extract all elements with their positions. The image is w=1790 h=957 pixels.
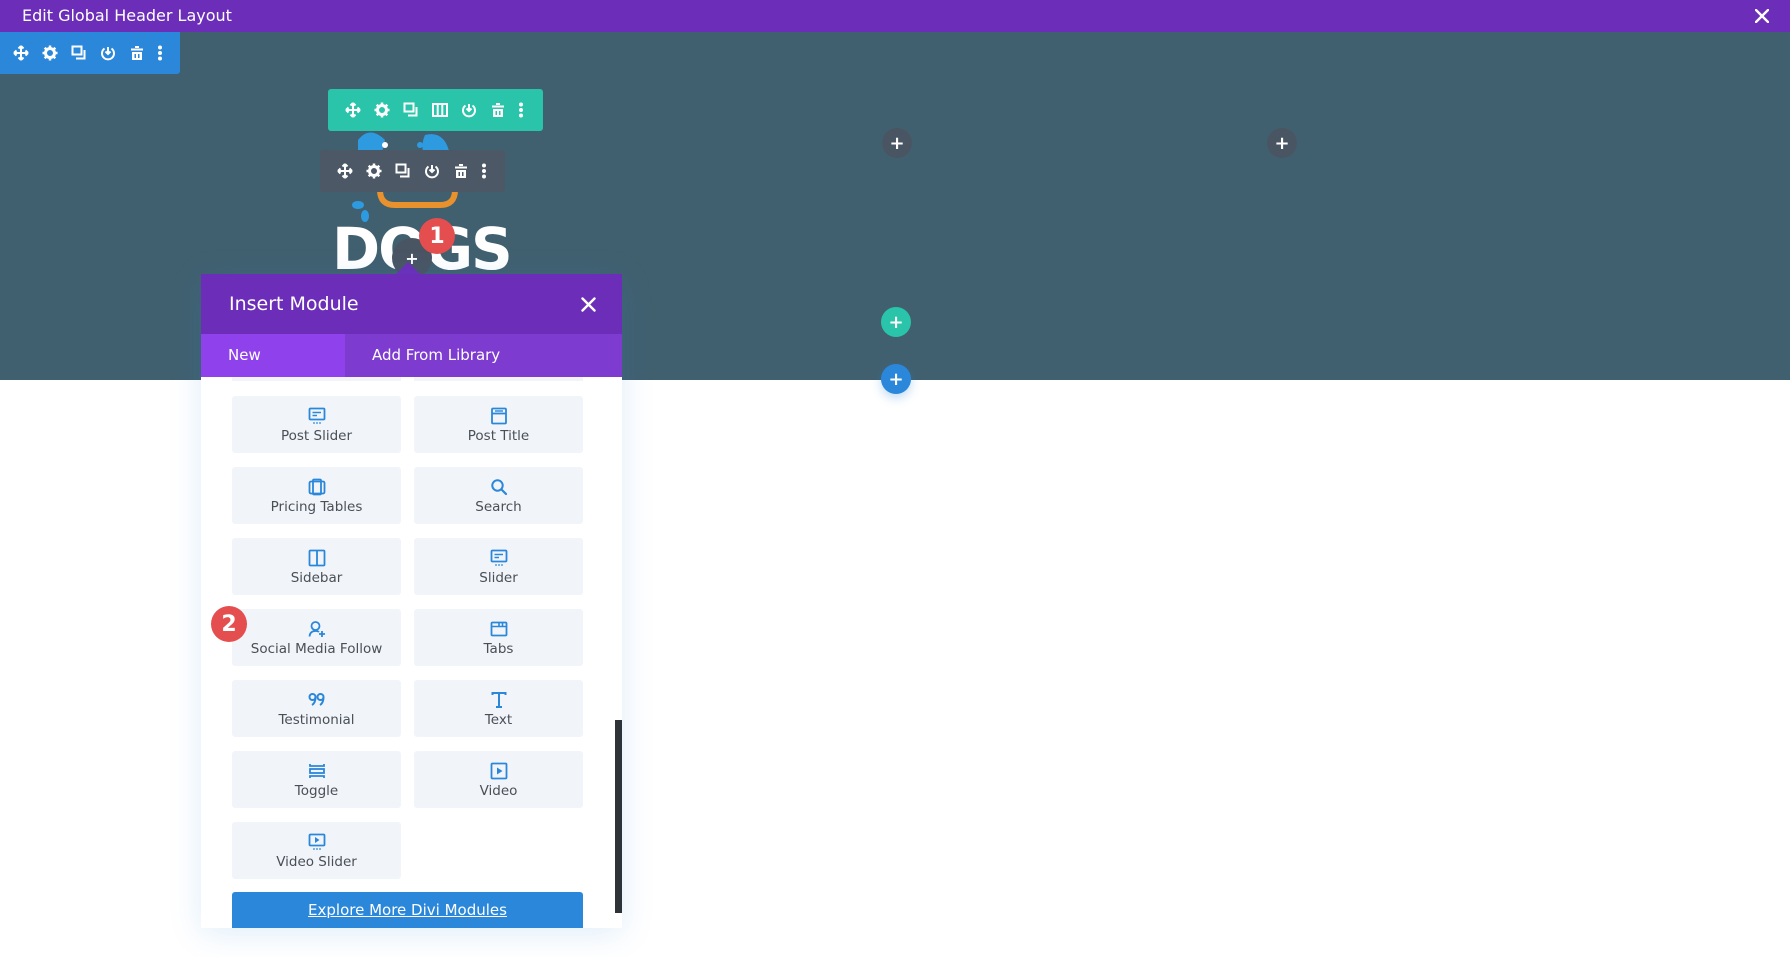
module-label: Testimonial <box>278 711 355 728</box>
add-row-button[interactable]: + <box>881 307 911 337</box>
toggle-icon <box>308 761 326 781</box>
insert-module-modal: Insert Module New Module Add From Librar… <box>201 274 622 928</box>
gear-icon[interactable] <box>35 32 64 74</box>
module-tabs[interactable]: Tabs <box>414 609 583 666</box>
plus-icon: + <box>888 311 904 333</box>
video-icon <box>490 761 508 781</box>
trash-icon[interactable] <box>446 150 475 192</box>
tabs-icon <box>490 619 508 639</box>
tab-new-module[interactable]: New Module <box>201 334 345 407</box>
plus-icon: + <box>1274 132 1290 154</box>
module-pricing-tables[interactable]: Pricing Tables <box>232 467 401 524</box>
sidebar-icon <box>308 548 326 568</box>
modal-tabs: New Module Add From Library <box>201 334 622 407</box>
pricing-tables-icon <box>308 477 326 497</box>
module-label: Video Slider <box>276 853 357 870</box>
trash-icon[interactable] <box>122 32 151 74</box>
module-label: Pricing Tables <box>270 498 363 515</box>
post-title-icon <box>490 406 508 426</box>
search-icon <box>490 477 508 497</box>
duplicate-icon[interactable] <box>64 32 93 74</box>
add-module-button-column-2[interactable]: + <box>882 128 912 158</box>
module-list: Post Slider Post Title Pricing Tables Se… <box>201 377 622 928</box>
social-follow-icon <box>308 619 326 639</box>
post-slider-icon <box>308 406 326 426</box>
module-label: Toggle <box>294 782 339 799</box>
module-toggle[interactable]: Toggle <box>232 751 401 808</box>
columns-icon[interactable] <box>425 89 454 131</box>
module-search[interactable]: Search <box>414 467 583 524</box>
text-icon <box>490 690 508 710</box>
duplicate-icon[interactable] <box>388 150 417 192</box>
module-slider[interactable]: Slider <box>414 538 583 595</box>
title-bar: Edit Global Header Layout <box>0 0 1790 32</box>
move-icon[interactable] <box>330 150 359 192</box>
power-icon[interactable] <box>454 89 483 131</box>
add-section-button[interactable]: + <box>881 364 911 394</box>
move-icon[interactable] <box>6 32 35 74</box>
gear-icon[interactable] <box>359 150 388 192</box>
plus-icon: + <box>888 368 904 390</box>
slider-icon <box>490 548 508 568</box>
move-icon[interactable] <box>338 89 367 131</box>
add-module-button-column-3[interactable]: + <box>1267 128 1297 158</box>
module-sidebar[interactable]: Sidebar <box>232 538 401 595</box>
module-label: Post Title <box>467 427 530 444</box>
module-label: Slider <box>479 569 518 586</box>
module-testimonial[interactable]: Testimonial <box>232 680 401 737</box>
module-card-partial <box>232 377 401 381</box>
module-toolbar <box>320 150 505 192</box>
module-label: Sidebar <box>290 569 343 586</box>
more-vertical-icon[interactable] <box>512 89 530 131</box>
module-label: Search <box>475 498 522 515</box>
module-social-media-follow[interactable]: Social Media Follow <box>232 609 401 666</box>
modal-pointer <box>396 262 420 274</box>
module-label: Video <box>479 782 518 799</box>
power-icon[interactable] <box>93 32 122 74</box>
tab-add-from-library[interactable]: Add From Library <box>345 334 527 377</box>
module-post-title[interactable]: Post Title <box>414 396 583 453</box>
step-badge-1: 1 <box>419 218 455 254</box>
trash-icon[interactable] <box>483 89 512 131</box>
close-icon[interactable] <box>1752 0 1772 32</box>
module-label: Text <box>484 711 513 728</box>
module-label: Tabs <box>483 640 514 657</box>
module-label: Social Media Follow <box>250 640 383 657</box>
duplicate-icon[interactable] <box>396 89 425 131</box>
gear-icon[interactable] <box>367 89 396 131</box>
row-toolbar <box>328 89 543 131</box>
quote-icon <box>308 690 326 710</box>
close-icon[interactable] <box>581 274 596 334</box>
module-card-partial <box>414 377 583 381</box>
step-badge-2: 2 <box>211 606 247 642</box>
more-vertical-icon[interactable] <box>151 32 169 74</box>
module-text[interactable]: Text <box>414 680 583 737</box>
module-label: Post Slider <box>280 427 353 444</box>
window-title: Edit Global Header Layout <box>22 6 232 25</box>
video-slider-icon <box>308 832 326 852</box>
plus-icon: + <box>889 132 905 154</box>
module-list-scrollbar-thumb[interactable] <box>615 720 622 913</box>
modal-title: Insert Module <box>229 293 359 315</box>
module-video-slider[interactable]: Video Slider <box>232 822 401 879</box>
module-video[interactable]: Video <box>414 751 583 808</box>
more-vertical-icon[interactable] <box>475 150 493 192</box>
power-icon[interactable] <box>417 150 446 192</box>
explore-more-modules-button[interactable]: Explore More Divi Modules <box>232 892 583 928</box>
module-post-slider[interactable]: Post Slider <box>232 396 401 453</box>
section-toolbar <box>0 32 180 74</box>
modal-header: Insert Module <box>201 274 622 334</box>
